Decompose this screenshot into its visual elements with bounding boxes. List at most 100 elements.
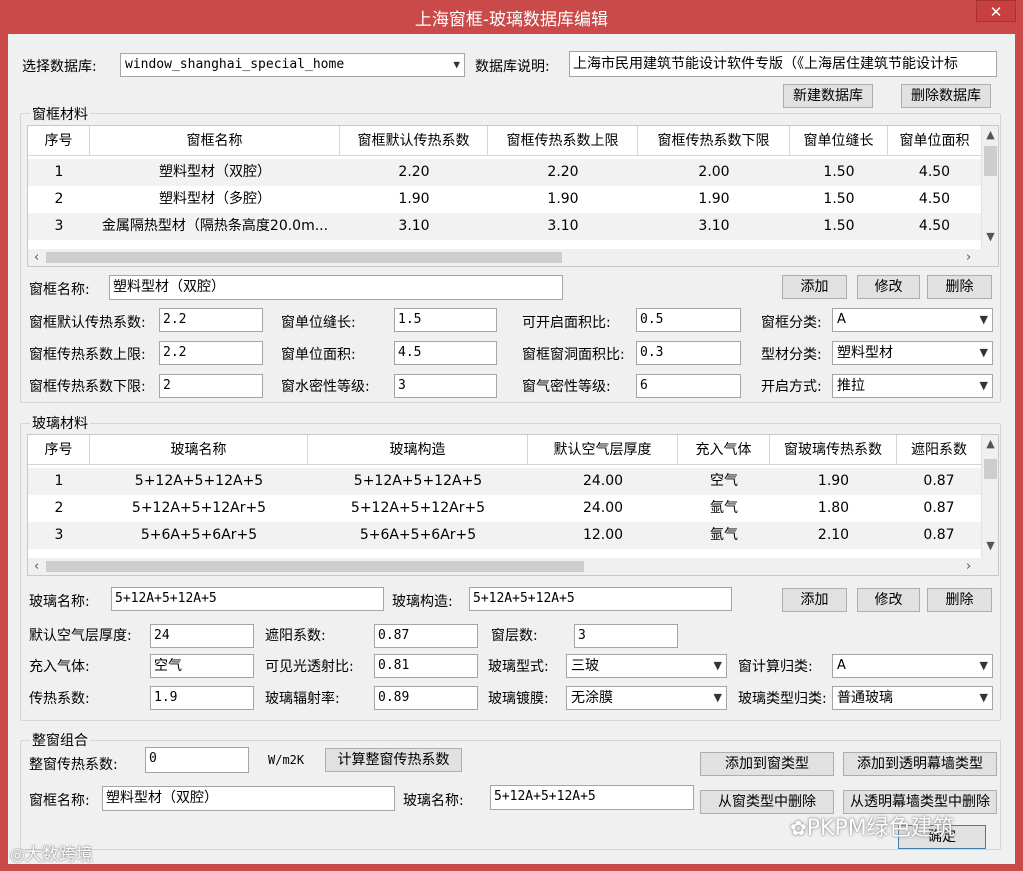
water-tightness-field[interactable]: 3 <box>394 374 497 398</box>
frame-add-button[interactable]: 添加 <box>782 275 847 299</box>
cell: 1.80 <box>817 500 850 516</box>
air-tightness-field[interactable]: 6 <box>636 374 741 398</box>
frame-delete-button[interactable]: 删除 <box>927 275 992 299</box>
cell: 4.50 <box>918 164 951 180</box>
glass-table[interactable]: 序号 玻璃名称 玻璃构造 默认空气层厚度 充入气体 窗玻璃传热系数 遮阳系数 1… <box>27 434 999 576</box>
glass-type-label: 玻璃型式: <box>488 659 549 675</box>
table-row[interactable]: 1 5+12A+5+12A+5 5+12A+5+12A+5 24.00 空气 1… <box>28 468 981 495</box>
table-row[interactable]: 3 5+6A+5+6Ar+5 5+6A+5+6Ar+5 12.00 氩气 2.1… <box>28 522 981 549</box>
whole-frame-name-field[interactable]: 塑料型材（双腔） <box>102 786 395 811</box>
table-row[interactable]: 2 塑料型材（多腔） 1.90 1.90 1.90 1.50 4.50 <box>28 186 981 213</box>
scroll-thumb[interactable] <box>984 459 997 479</box>
profile-class-label: 型材分类: <box>761 347 822 363</box>
scroll-up-icon[interactable]: ▲ <box>982 128 998 141</box>
db-select[interactable]: window_shanghai_special_home ▼ <box>120 53 465 77</box>
profile-class-select[interactable]: 塑料型材 ▼ <box>832 341 993 365</box>
header-cell[interactable]: 窗框传热系数下限 <box>638 126 790 156</box>
calc-class-select[interactable]: A ▼ <box>832 654 993 678</box>
frame-name-field[interactable]: 塑料型材（双腔） <box>109 275 563 300</box>
whole-glass-name-field[interactable]: 5+12A+5+12A+5 <box>490 785 694 810</box>
fill-gas-field[interactable]: 空气 <box>150 654 254 678</box>
new-db-button[interactable]: 新建数据库 <box>783 84 873 108</box>
open-mode-select[interactable]: 推拉 ▼ <box>832 374 993 398</box>
header-cell[interactable]: 窗框传热系数上限 <box>488 126 638 156</box>
header-cell[interactable]: 窗框默认传热系数 <box>340 126 488 156</box>
delete-db-button[interactable]: 删除数据库 <box>901 84 991 108</box>
frame-table[interactable]: 序号 窗框名称 窗框默认传热系数 窗框传热系数上限 窗框传热系数下限 窗单位缝长… <box>27 125 999 267</box>
scroll-up-icon[interactable]: ▲ <box>982 437 998 450</box>
air-thickness-label: 默认空气层厚度: <box>29 628 132 644</box>
header-cell[interactable]: 序号 <box>28 126 90 156</box>
cell: 2.20 <box>547 164 579 180</box>
layer-count-field[interactable]: 3 <box>574 624 678 648</box>
scroll-down-icon[interactable]: ▼ <box>982 539 998 552</box>
header-cell[interactable]: 遮阳系数 <box>897 435 981 465</box>
scroll-left-icon[interactable]: ‹ <box>34 249 39 266</box>
frame-k-lower-field[interactable]: 2 <box>159 374 263 398</box>
db-desc-field[interactable]: 上海市民用建筑节能设计软件专版（《上海居住建筑节能设计标 <box>569 51 997 77</box>
emissivity-label: 玻璃辐射率: <box>265 691 340 707</box>
scroll-thumb[interactable] <box>984 146 997 176</box>
frame-modify-button[interactable]: 修改 <box>857 275 920 299</box>
frame-class-select[interactable]: A ▼ <box>832 308 993 332</box>
cell: 1.90 <box>398 191 430 207</box>
header-cell[interactable]: 窗单位面积 <box>888 126 981 156</box>
cell: 氩气 <box>710 500 738 516</box>
table-row[interactable]: 1 塑料型材（双腔） 2.20 2.20 2.00 1.50 4.50 <box>28 159 981 186</box>
glass-structure-field[interactable]: 5+12A+5+12A+5 <box>469 587 732 611</box>
table-row[interactable]: 3 金属隔热型材（隔热条高度20.0m... 3.10 3.10 3.10 1.… <box>28 213 981 240</box>
frame-k-upper-field[interactable]: 2.2 <box>159 341 263 365</box>
visible-trans-field[interactable]: 0.81 <box>374 654 478 678</box>
scroll-thumb[interactable] <box>46 561 584 572</box>
header-cell[interactable]: 序号 <box>28 435 90 465</box>
whole-k-field[interactable]: 0 <box>145 747 249 773</box>
db-select-value: window_shanghai_special_home <box>125 57 345 72</box>
shading-coef-field[interactable]: 0.87 <box>374 624 478 648</box>
cell: 24.00 <box>582 473 624 489</box>
frame-default-k-field[interactable]: 2.2 <box>159 308 263 332</box>
scroll-right-icon[interactable]: › <box>966 558 971 575</box>
cell: 4.50 <box>918 218 951 234</box>
header-cell[interactable]: 充入气体 <box>678 435 770 465</box>
header-cell[interactable]: 窗单位缝长 <box>790 126 888 156</box>
open-ratio-field[interactable]: 0.5 <box>636 308 741 332</box>
glass-category-value: 普通玻璃 <box>837 690 893 706</box>
glass-modify-button[interactable]: 修改 <box>857 588 920 612</box>
cell: 12.00 <box>582 527 624 543</box>
table-row[interactable]: 2 5+12A+5+12Ar+5 5+12A+5+12Ar+5 24.00 氩气… <box>28 495 981 522</box>
emissivity-field[interactable]: 0.89 <box>374 686 478 710</box>
glass-delete-button[interactable]: 删除 <box>927 588 992 612</box>
scroll-thumb[interactable] <box>46 252 562 263</box>
frame-table-vscroll[interactable]: ▲ ▼ <box>981 126 998 249</box>
cell: 2.10 <box>817 527 850 543</box>
chevron-down-icon: ▼ <box>979 346 988 359</box>
close-button[interactable]: ✕ <box>976 0 1016 22</box>
shading-coef-label: 遮阳系数: <box>265 628 326 644</box>
glass-name-field[interactable]: 5+12A+5+12A+5 <box>111 587 384 611</box>
coating-select[interactable]: 无涂膜 ▼ <box>566 686 727 710</box>
header-cell[interactable]: 窗玻璃传热系数 <box>770 435 897 465</box>
header-cell[interactable]: 窗框名称 <box>90 126 340 156</box>
glass-add-button[interactable]: 添加 <box>782 588 847 612</box>
glass-table-vscroll[interactable]: ▲ ▼ <box>981 435 998 558</box>
hole-ratio-field[interactable]: 0.3 <box>636 341 741 365</box>
glass-table-hscroll[interactable]: ‹ › <box>28 558 998 575</box>
frame-unit-length-field[interactable]: 1.5 <box>394 308 497 332</box>
glass-k-field[interactable]: 1.9 <box>150 686 254 710</box>
dialog-client: 选择数据库: window_shanghai_special_home ▼ 数据… <box>8 34 1015 865</box>
frame-unit-area-field[interactable]: 4.5 <box>394 341 497 365</box>
open-mode-label: 开启方式: <box>761 379 822 395</box>
air-thickness-field[interactable]: 24 <box>150 624 254 648</box>
scroll-left-icon[interactable]: ‹ <box>34 558 39 575</box>
glass-type-select[interactable]: 三玻 ▼ <box>566 654 727 678</box>
header-cell[interactable]: 玻璃名称 <box>90 435 308 465</box>
scroll-right-icon[interactable]: › <box>966 249 971 266</box>
scroll-down-icon[interactable]: ▼ <box>982 230 998 243</box>
header-cell[interactable]: 玻璃构造 <box>308 435 528 465</box>
add-to-curtain-wall-button[interactable]: 添加到透明幕墙类型 <box>843 752 997 776</box>
calc-whole-k-button[interactable]: 计算整窗传热系数 <box>325 748 462 772</box>
add-to-window-type-button[interactable]: 添加到窗类型 <box>700 752 834 776</box>
glass-category-select[interactable]: 普通玻璃 ▼ <box>832 686 993 710</box>
header-cell[interactable]: 默认空气层厚度 <box>528 435 678 465</box>
frame-table-hscroll[interactable]: ‹ › <box>28 249 998 266</box>
